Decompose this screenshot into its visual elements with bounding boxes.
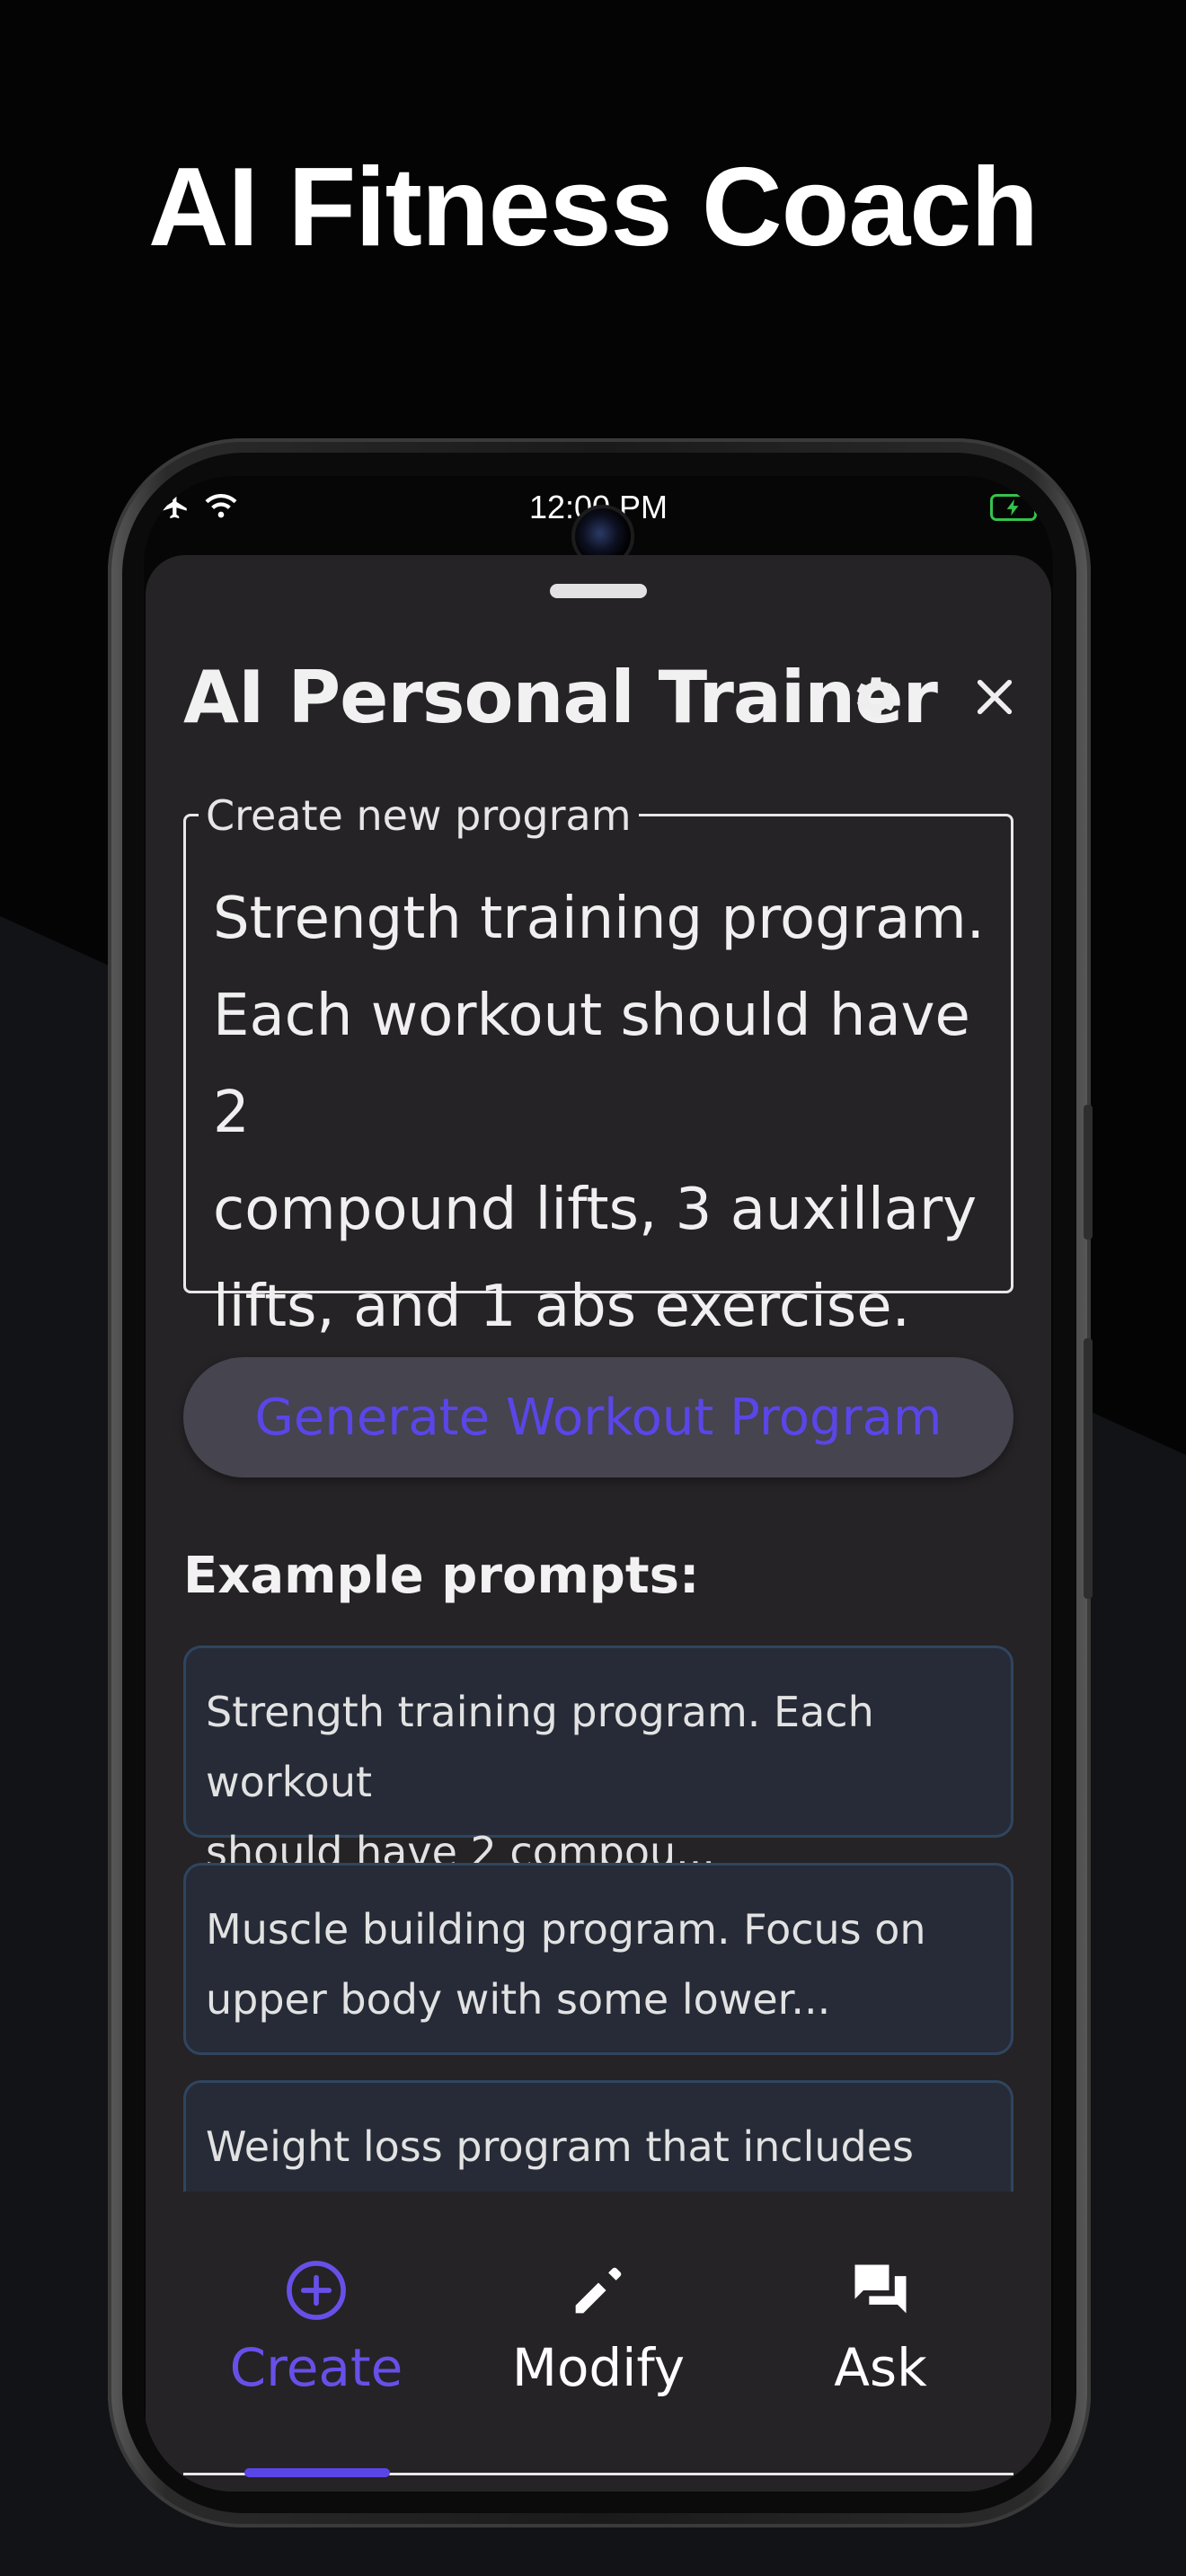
example-prompt-card[interactable]: Weight loss program that includes both <box>183 2080 1013 2192</box>
gear-icon[interactable] <box>849 670 903 724</box>
example-prompt-card[interactable]: Muscle building program. Focus on upper … <box>183 1863 1013 2055</box>
tab-create[interactable]: Create <box>181 2256 451 2398</box>
generate-program-button[interactable]: Generate Workout Program <box>183 1357 1013 1478</box>
chat-icon <box>854 2264 907 2314</box>
example-prompts-list: Strength training program. Each workout … <box>183 1645 1013 2192</box>
headline: AI Fitness Coach <box>148 146 1039 269</box>
prompt-text: upper body with some lower... <box>206 1975 831 2024</box>
battery-charging-icon <box>990 494 1042 521</box>
drag-handle[interactable] <box>550 584 647 598</box>
plus-circle-icon <box>287 2261 346 2320</box>
input-value[interactable]: Strength training program. Each workout … <box>213 870 1004 1355</box>
pencil-icon <box>575 2267 622 2314</box>
input-line: lifts, and 1 abs exercise. <box>213 1274 910 1340</box>
tab-modify[interactable]: Modify <box>464 2256 733 2398</box>
active-tab-indicator <box>244 2468 390 2477</box>
side-button <box>1084 1338 1093 1599</box>
status-bar: 12:00 PM <box>144 476 1053 568</box>
tab-label: Create <box>229 2337 403 2398</box>
tab-label: Ask <box>834 2337 927 2398</box>
tab-ask[interactable]: Ask <box>746 2256 1015 2398</box>
input-line: compound lifts, 3 auxillary <box>213 1177 978 1243</box>
trainer-sheet: AI Personal Trainer Create new program S… <box>146 555 1051 2492</box>
input-line: Strength training program. <box>213 886 985 952</box>
prompt-text: Strength training program. Each workout <box>206 1688 874 1806</box>
example-prompt-card[interactable]: Strength training program. Each workout … <box>183 1645 1013 1876</box>
examples-heading: Example prompts: <box>183 1547 700 1605</box>
close-icon[interactable] <box>969 672 1020 722</box>
prompt-text: Weight loss program that includes both <box>206 2122 914 2171</box>
phone-screen: 12:00 PM AI Personal Trainer Create new … <box>144 476 1053 2492</box>
tab-label: Modify <box>511 2337 686 2398</box>
side-button <box>1084 1105 1093 1239</box>
input-label: Create new program <box>199 793 639 838</box>
sheet-title: AI Personal Trainer <box>183 656 938 739</box>
bottom-nav: Create Modify Ask <box>146 2192 1051 2492</box>
prompt-text: Muscle building program. Focus on <box>206 1905 926 1954</box>
input-line: Each workout should have 2 <box>213 983 970 1146</box>
program-prompt-input[interactable]: Create new program Strength training pro… <box>183 793 1013 1340</box>
